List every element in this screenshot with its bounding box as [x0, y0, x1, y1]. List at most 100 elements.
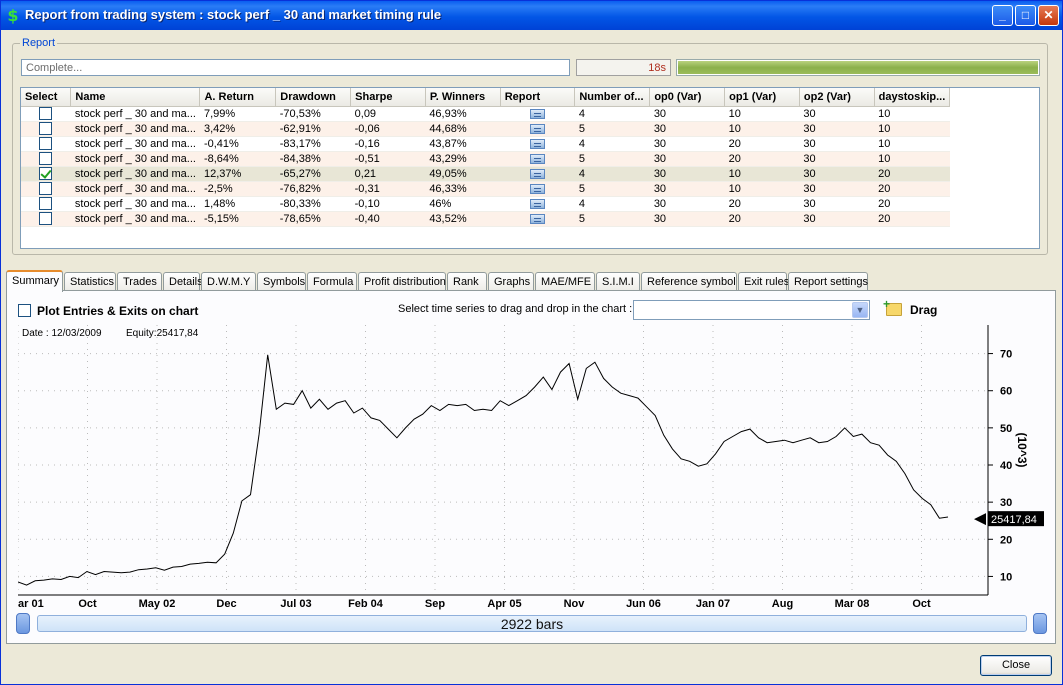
grid-header: Select Name A. Return Drawdown Sharpe P. Winn…: [21, 88, 1039, 107]
grid-column-header[interactable]: op2 (Var): [799, 88, 875, 107]
report-cell: [500, 136, 575, 152]
tab-statistics[interactable]: Statistics: [64, 272, 116, 291]
y-tick-label: 30: [1000, 497, 1012, 509]
tab-rank[interactable]: Rank: [447, 272, 487, 291]
tab-symbols[interactable]: Symbols: [257, 272, 306, 291]
row-select-checkbox[interactable]: [39, 137, 53, 150]
grid-column-header[interactable]: op1 (Var): [724, 88, 800, 107]
grid-cell-op0: 30: [649, 196, 725, 212]
grid-column-header[interactable]: Name: [70, 88, 201, 107]
x-tick-label: ar 01: [18, 598, 44, 610]
row-select-checkbox[interactable]: [39, 167, 53, 180]
report-icon[interactable]: [530, 153, 546, 164]
tab-exit-rules[interactable]: Exit rules: [738, 272, 789, 291]
grid-column-header[interactable]: Select: [21, 88, 72, 107]
minimize-button[interactable]: _: [992, 5, 1013, 26]
report-icon[interactable]: [530, 183, 546, 194]
grid-cell-op2: 30: [799, 151, 875, 167]
row-select-checkbox[interactable]: [39, 122, 53, 135]
y-ticks: 70 60 50 40 30 20 10: [988, 349, 1012, 583]
grid-cell-op2: 30: [799, 196, 875, 212]
tab-mae-mfe[interactable]: MAE/MFE: [535, 272, 595, 291]
tab-reference-symbol[interactable]: Reference symbol: [641, 272, 737, 291]
chevron-down-icon[interactable]: ▼: [852, 302, 868, 318]
report-icon[interactable]: [530, 198, 546, 209]
title-bar[interactable]: $ Report from trading system : stock per…: [1, 1, 1062, 30]
table-row[interactable]: stock perf _ 30 and ma... -8,64% -84,38% -0…: [21, 151, 1039, 167]
tab-report-settings[interactable]: Report settings: [788, 272, 868, 291]
tab-summary[interactable]: Summary: [6, 270, 63, 292]
close-window-button[interactable]: ✕: [1038, 5, 1059, 26]
grid-column-header[interactable]: A. Return: [199, 88, 277, 107]
chart-scrollbar[interactable]: 2922 bars: [16, 613, 1047, 635]
select-cell: [21, 181, 71, 197]
grid-cell-sharpe: -0,06: [350, 121, 426, 137]
drag-label[interactable]: Drag: [910, 303, 937, 317]
report-icon[interactable]: [530, 123, 546, 134]
y-tick-label: 40: [1000, 460, 1012, 472]
table-row[interactable]: stock perf _ 30 and ma... 1,48% -80,33% -0,…: [21, 196, 1039, 212]
x-tick-label: Jan 07: [696, 598, 730, 610]
report-cell: [500, 196, 575, 212]
grid-cell-win: 46,33%: [425, 181, 501, 197]
tab-profit-distribution[interactable]: Profit distribution: [358, 272, 446, 291]
report-icon[interactable]: [530, 213, 546, 224]
row-select-checkbox[interactable]: [39, 182, 53, 195]
tab-graphs[interactable]: Graphs: [488, 272, 534, 291]
grid-cell-name: stock perf _ 30 and ma...: [70, 196, 200, 212]
report-icon[interactable]: [530, 138, 546, 149]
grid-cell-sharpe: -0,40: [350, 211, 426, 227]
table-row[interactable]: stock perf _ 30 and ma... 12,37% -65,27% 0,…: [21, 166, 1039, 182]
report-icon[interactable]: [530, 168, 546, 179]
grid-cell-sharpe: -0,10: [350, 196, 426, 212]
grid-cell-op1: 20: [724, 196, 800, 212]
grid-cell-n: 5: [574, 211, 650, 227]
x-tick-label: Oct: [912, 598, 931, 610]
tab-details[interactable]: Details: [163, 272, 203, 291]
table-row[interactable]: stock perf _ 30 and ma... -2,5% -76,82% -0,…: [21, 181, 1039, 197]
grid-cell-op2: 30: [799, 181, 875, 197]
grid-cell-dd: -84,38%: [275, 151, 351, 167]
scroll-track[interactable]: 2922 bars: [37, 615, 1027, 632]
tab-s-i-m-i[interactable]: S.I.M.I: [596, 272, 640, 291]
grid-column-header[interactable]: Sharpe: [350, 88, 426, 107]
grid-column-header[interactable]: op0 (Var): [649, 88, 726, 107]
select-cell: [21, 166, 71, 182]
folder-add-icon[interactable]: [883, 297, 902, 316]
plot-entries-checkbox[interactable]: [18, 304, 31, 317]
table-row[interactable]: stock perf _ 30 and ma... -5,15% -78,65% -0…: [21, 211, 1039, 227]
grid-column-header[interactable]: Drawdown: [275, 88, 352, 107]
table-row[interactable]: stock perf _ 30 and ma... -0,41% -83,17% -0…: [21, 136, 1039, 152]
chart-date: Date : 12/03/2009: [22, 328, 102, 339]
tab-trades[interactable]: Trades: [117, 272, 162, 291]
scroll-right-handle[interactable]: [1033, 613, 1047, 634]
scroll-left-handle[interactable]: [16, 613, 30, 634]
grid-cell-win: 44,68%: [425, 121, 501, 137]
grid-column-header[interactable]: Number of...: [574, 88, 651, 107]
row-select-checkbox[interactable]: [39, 197, 53, 210]
row-filler: [949, 166, 1039, 181]
row-select-checkbox[interactable]: [39, 152, 53, 165]
table-row[interactable]: stock perf _ 30 and ma... 3,42% -62,91% -0,…: [21, 121, 1039, 137]
last-value-label: 25417,84: [991, 514, 1037, 526]
close-button[interactable]: Close: [980, 655, 1052, 676]
row-select-checkbox[interactable]: [39, 107, 53, 120]
y-tick-label: 10: [1000, 571, 1012, 583]
results-grid[interactable]: Select Name A. Return Drawdown Sharpe P. Winn…: [20, 87, 1040, 249]
grid-cell-op1: 10: [724, 106, 800, 122]
grid-cell-ret: 1,48%: [199, 196, 276, 212]
series-dropdown[interactable]: ▼: [633, 300, 870, 320]
grid-cell-op0: 30: [649, 211, 725, 227]
maximize-button[interactable]: □: [1015, 5, 1036, 26]
table-row[interactable]: stock perf _ 30 and ma... 7,99% -70,53% 0,0…: [21, 106, 1039, 122]
tab-formula[interactable]: Formula: [307, 272, 357, 291]
row-select-checkbox[interactable]: [39, 212, 53, 225]
report-icon[interactable]: [530, 108, 546, 119]
grid-cell-op1: 10: [724, 181, 800, 197]
equity-chart[interactable]: Date : 12/03/2009 Equity:25417,84 70 60 50…: [18, 325, 1044, 614]
grid-column-header[interactable]: Report: [500, 88, 576, 107]
grid-column-header[interactable]: daystoskip...: [874, 88, 951, 107]
tab-d-w-m-y[interactable]: D.W.M.Y: [201, 272, 256, 291]
grid-column-header[interactable]: P. Winners: [425, 88, 501, 107]
grid-cell-skip: 20: [874, 181, 950, 197]
